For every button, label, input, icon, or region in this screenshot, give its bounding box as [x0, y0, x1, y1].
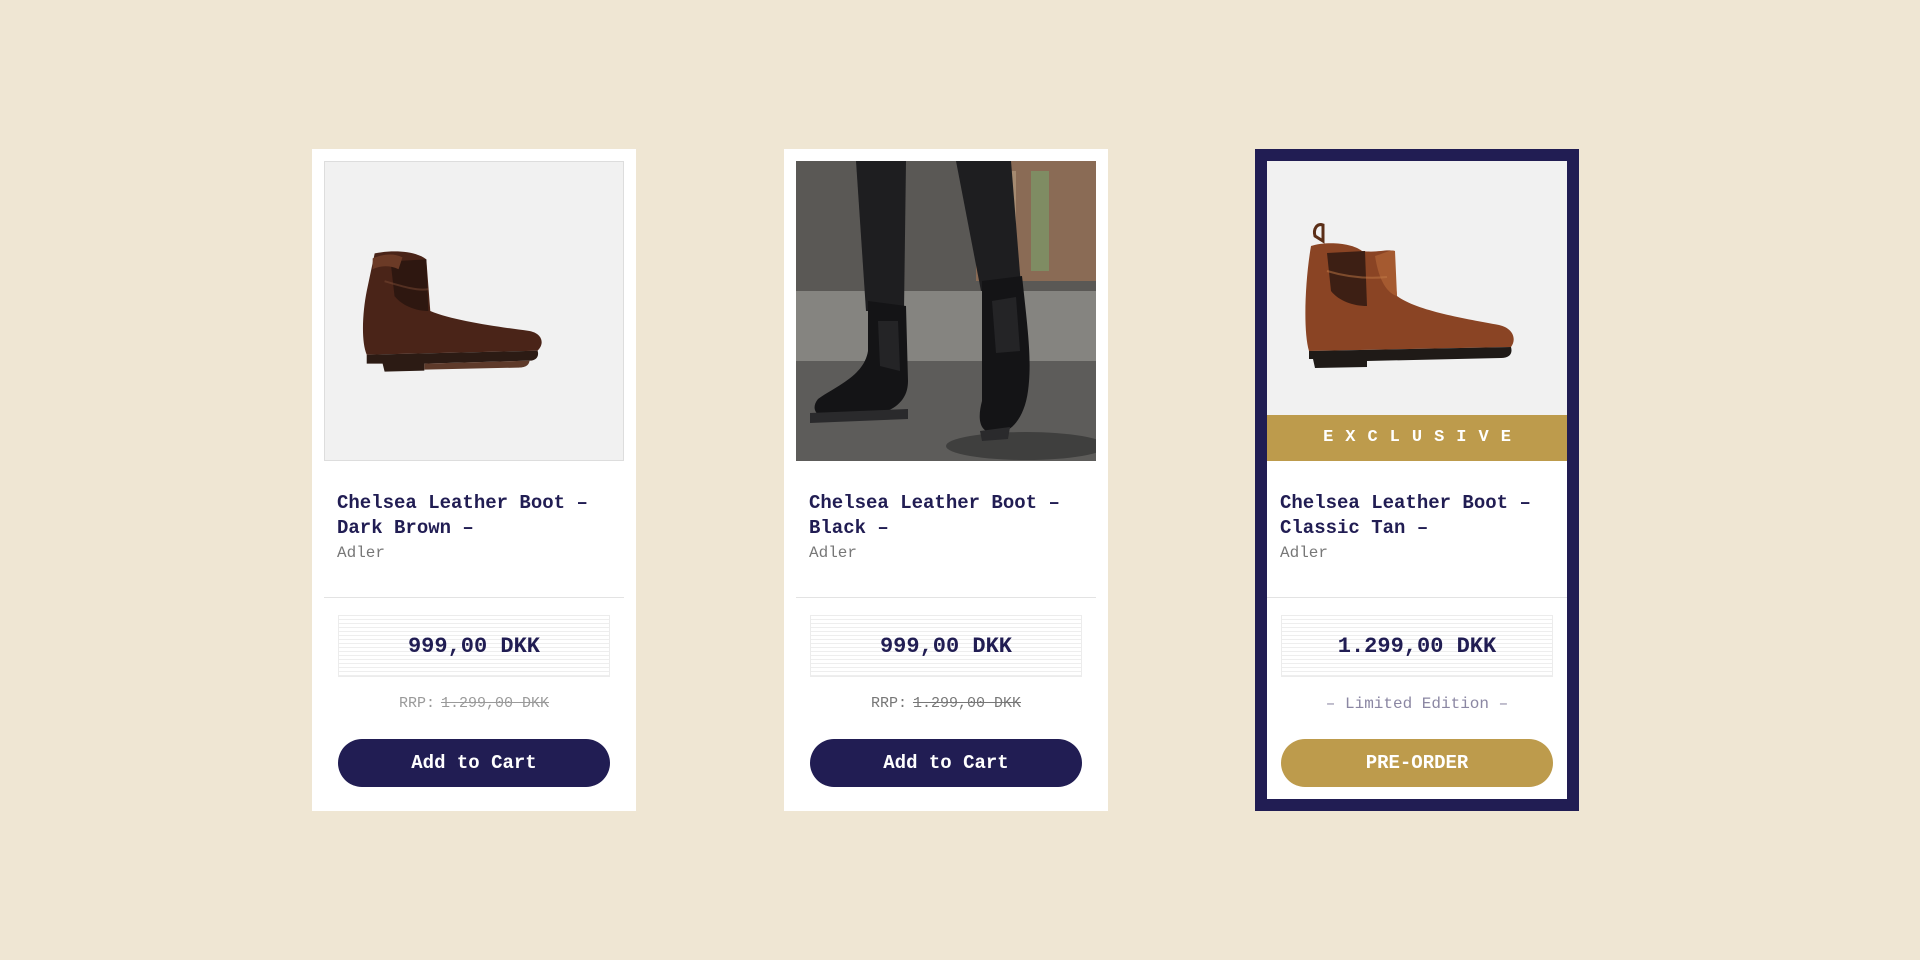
product-title[interactable]: Chelsea Leather Boot – Classic Tan –	[1280, 491, 1560, 541]
product-image-black[interactable]	[796, 161, 1096, 461]
divider	[796, 597, 1096, 598]
divider	[1267, 597, 1567, 598]
divider	[324, 597, 624, 598]
rrp-label: RRP:	[870, 695, 907, 712]
product-card-dark-brown[interactable]: Chelsea Leather Boot – Dark Brown – Adle…	[312, 149, 636, 811]
price-box: 1.299,00 DKK	[1281, 615, 1553, 677]
product-brand: Adler	[337, 544, 386, 562]
product-title[interactable]: Chelsea Leather Boot – Dark Brown –	[337, 491, 617, 541]
rrp-value: 1.299,00 DKK	[440, 695, 550, 712]
product-price: 1.299,00 DKK	[1337, 633, 1497, 659]
rrp-label: RRP:	[398, 695, 435, 712]
product-card-black[interactable]: Chelsea Leather Boot – Black – Adler 999…	[784, 149, 1108, 811]
pre-order-button[interactable]: PRE-ORDER	[1281, 739, 1553, 787]
price-box: 999,00 DKK	[810, 615, 1082, 677]
rrp-line: RRP: 1.299,00 DKK	[796, 695, 1096, 712]
product-price: 999,00 DKK	[407, 633, 541, 659]
exclusive-badge: EXCLUSIVE	[1267, 415, 1567, 461]
dark-brown-chelsea-boot-image	[325, 162, 623, 460]
product-image-dark-brown[interactable]	[324, 161, 624, 461]
product-image-classic-tan[interactable]	[1267, 161, 1567, 415]
limited-edition-note: – Limited Edition –	[1325, 695, 1509, 713]
black-chelsea-boots-street-image	[796, 161, 1096, 461]
product-price: 999,00 DKK	[879, 633, 1013, 659]
product-brand: Adler	[1280, 544, 1329, 562]
rrp-line: RRP: 1.299,00 DKK	[324, 695, 624, 712]
product-brand: Adler	[809, 544, 858, 562]
rrp-value: 1.299,00 DKK	[912, 695, 1022, 712]
classic-tan-chelsea-boot-image	[1267, 161, 1567, 415]
product-title[interactable]: Chelsea Leather Boot – Black –	[809, 491, 1089, 541]
add-to-cart-button[interactable]: Add to Cart	[338, 739, 610, 787]
price-box: 999,00 DKK	[338, 615, 610, 677]
add-to-cart-button[interactable]: Add to Cart	[810, 739, 1082, 787]
product-card-classic-tan[interactable]: EXCLUSIVE Chelsea Leather Boot – Classic…	[1255, 149, 1579, 811]
